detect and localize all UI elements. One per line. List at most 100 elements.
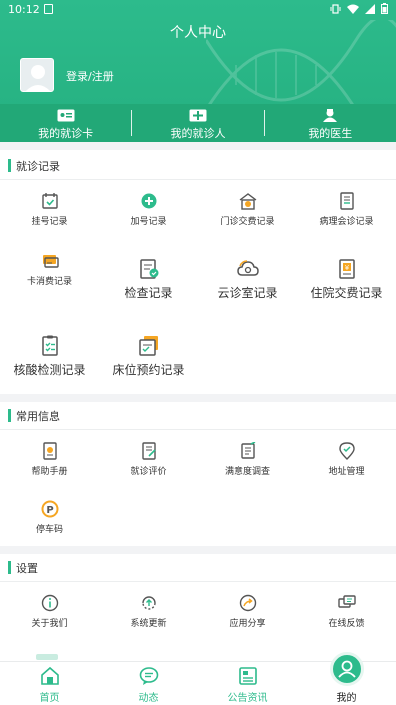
wifi-icon [347, 4, 359, 14]
sim-icon [44, 4, 53, 14]
menu-item-cloud-clinic-records[interactable]: 云诊室记录 [198, 258, 297, 301]
app-root: 10:12 个人中心 登录/注册 我的就诊卡 我的就诊人 我的医生 就诊记录 挂… [0, 0, 396, 705]
section-title: 常用信息 [16, 410, 60, 423]
menu-item-label: 满意度调查 [224, 467, 270, 477]
section-accent-bar [8, 159, 11, 172]
menu-item-about-us[interactable]: 关于我们 [0, 594, 99, 629]
menu-item-app-share[interactable]: 应用分享 [198, 594, 297, 629]
menu-item-label: 加号记录 [130, 217, 167, 227]
evaluation-icon [141, 442, 156, 460]
cloud-clinic-icon [236, 260, 259, 276]
menu-item-label: 应用分享 [229, 619, 266, 629]
login-register-link[interactable]: 登录/注册 [66, 68, 114, 84]
menu-item-label: 检查记录 [124, 286, 173, 300]
exam-icon [139, 259, 158, 279]
section-header-common-info: 常用信息 [0, 402, 396, 430]
menu-item-label: 停车码 [35, 525, 63, 535]
signal-icon [365, 3, 375, 14]
nav-tab-home[interactable]: 首页 [0, 662, 99, 705]
menu-item-add-number-records[interactable]: 加号记录 [99, 192, 198, 227]
help-manual-icon [42, 442, 57, 460]
section-title: 设置 [16, 562, 38, 575]
quick-link-label: 我的就诊人 [170, 127, 226, 140]
menu-item-parking-code[interactable]: P 停车码 [0, 500, 99, 535]
menu-item-card-consumption-records[interactable]: 卡消费记录 [0, 252, 99, 287]
register-icon [41, 193, 58, 209]
nav-tab-label: 首页 [39, 693, 60, 704]
section-title: 就诊记录 [16, 160, 60, 173]
quick-link-my-patient[interactable]: 我的就诊人 [132, 104, 263, 142]
message-icon [139, 667, 158, 685]
battery-icon [381, 3, 388, 14]
info-icon [41, 594, 58, 612]
svg-text:P: P [46, 505, 53, 516]
feedback-icon [337, 595, 356, 608]
section-header-settings: 设置 [0, 554, 396, 582]
section-accent-bar [8, 409, 11, 422]
parking-icon: P [41, 500, 58, 518]
nucleic-test-icon [41, 335, 58, 356]
menu-item-nucleic-test-records[interactable]: 核酸检测记录 [0, 335, 99, 378]
quick-link-my-card[interactable]: 我的就诊卡 [0, 104, 131, 142]
partially-hidden-item [36, 654, 58, 660]
menu-item-label: 住院交费记录 [310, 286, 383, 300]
menu-item-label: 卡消费记录 [26, 277, 72, 287]
nav-tab-label: 公告资讯 [227, 693, 268, 704]
menu-item-label: 云诊室记录 [217, 286, 278, 300]
status-time: 10:12 [8, 3, 40, 16]
pathology-icon [339, 192, 354, 210]
menu-item-exam-records[interactable]: 检查记录 [99, 258, 198, 301]
nav-tab-mine[interactable]: 我的 [297, 652, 396, 705]
menu-item-label: 就诊评价 [130, 467, 167, 477]
menu-item-outpatient-payment-records[interactable]: 门诊交费记录 [198, 192, 297, 227]
menu-item-label: 系统更新 [130, 619, 167, 629]
menu-item-label: 在线反馈 [328, 619, 365, 629]
nav-tab-label: 我的 [336, 693, 357, 704]
svg-text:¥: ¥ [344, 264, 349, 272]
card-icon [57, 109, 75, 122]
doctor-icon [323, 109, 338, 122]
nav-tab-news[interactable]: 公告资讯 [198, 662, 297, 705]
section-gap [0, 546, 396, 554]
menu-item-bed-reservation-records[interactable]: 床位预约记录 [99, 335, 198, 378]
default-avatar-icon [25, 65, 51, 91]
bottom-nav: 首页 动态 公告资讯 我的 [0, 652, 396, 705]
bed-reservation-icon [138, 336, 158, 356]
menu-item-inpatient-payment-records[interactable]: ¥ 住院交费记录 [297, 258, 396, 301]
add-number-icon [141, 193, 156, 209]
menu-item-system-update[interactable]: 系统更新 [99, 594, 198, 629]
nav-tab-activity[interactable]: 动态 [99, 662, 198, 705]
avatar[interactable] [20, 58, 54, 92]
menu-item-label: 病理会诊记录 [319, 217, 374, 227]
menu-item-help-manual[interactable]: 帮助手册 [0, 442, 99, 477]
menu-item-pathology-records[interactable]: 病理会诊记录 [297, 192, 396, 227]
menu-item-register-records[interactable]: 挂号记录 [0, 192, 99, 227]
survey-icon [240, 442, 255, 459]
menu-item-label: 挂号记录 [31, 217, 68, 227]
menu-item-survey[interactable]: 满意度调查 [198, 442, 297, 477]
menu-item-evaluation[interactable]: 就诊评价 [99, 442, 198, 477]
menu-item-online-feedback[interactable]: 在线反馈 [297, 594, 396, 629]
inpatient-payment-icon: ¥ [338, 259, 355, 279]
patient-icon [189, 109, 207, 122]
quick-link-my-doctor[interactable]: 我的医生 [265, 104, 396, 142]
home-icon [40, 666, 59, 685]
menu-item-label: 核酸检测记录 [13, 363, 86, 377]
card-consumption-icon [42, 255, 59, 268]
share-icon [239, 594, 256, 612]
menu-item-label: 床位预约记录 [112, 363, 185, 377]
news-icon [238, 667, 257, 685]
quick-link-label: 我的医生 [308, 127, 353, 140]
address-icon [338, 442, 355, 460]
quick-link-label: 我的就诊卡 [38, 127, 94, 140]
quick-links-bar: 我的就诊卡 我的就诊人 我的医生 [0, 104, 396, 142]
update-icon [141, 596, 156, 610]
menu-item-address-management[interactable]: 地址管理 [297, 442, 396, 477]
status-icons [330, 3, 388, 14]
section-accent-bar [8, 561, 11, 574]
page-title: 个人中心 [170, 25, 226, 41]
vibrate-icon [330, 3, 341, 14]
status-bar: 10:12 [0, 0, 396, 20]
active-tab-bubble [329, 652, 364, 686]
section-gap [0, 142, 396, 150]
